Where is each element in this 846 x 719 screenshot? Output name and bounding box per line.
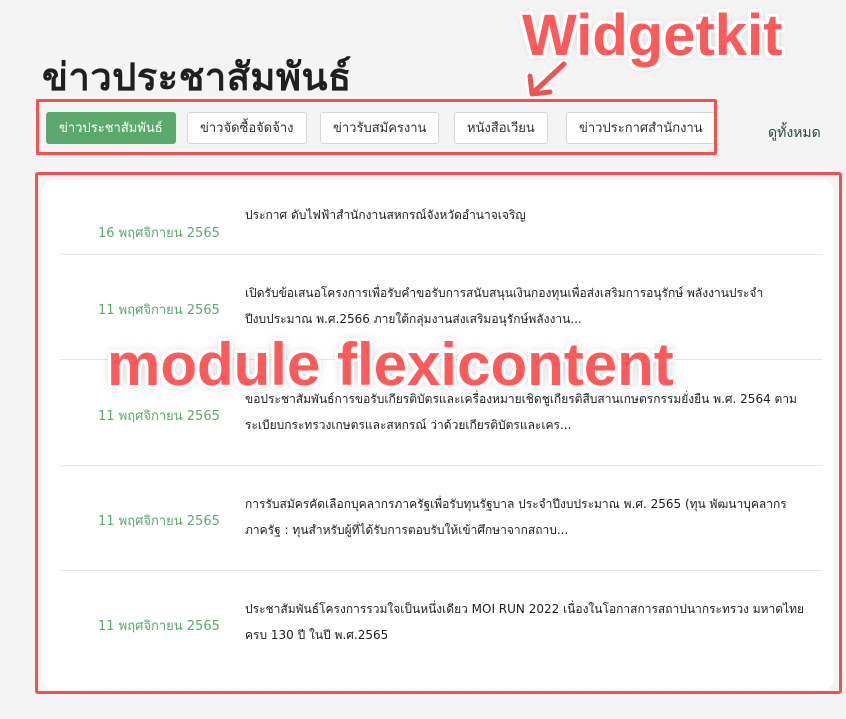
module-flexicontent-annotation: module flexicontent — [107, 331, 674, 398]
widgetkit-highlight-box — [36, 99, 717, 155]
page-title: ข่าวประชาสัมพันธ์ — [42, 55, 352, 99]
annotation-arrow-icon — [525, 59, 569, 99]
view-all-link[interactable]: ดูทั้งหมด — [768, 122, 821, 144]
flexicontent-highlight-box — [35, 172, 842, 694]
